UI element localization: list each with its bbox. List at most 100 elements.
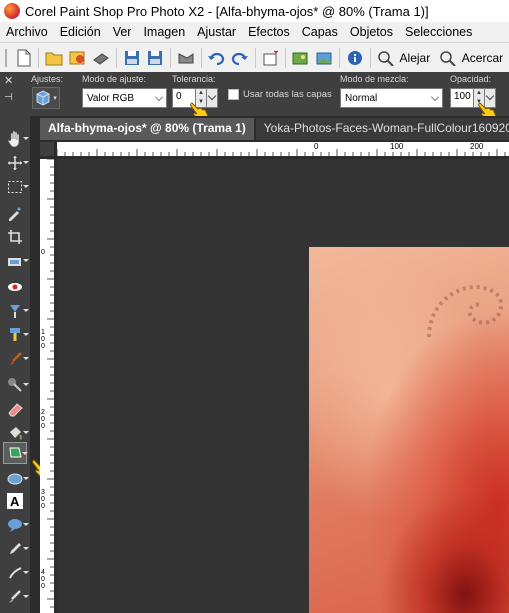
ruler-left-label: 0 [41,336,45,343]
clone-brush-icon [10,328,20,341]
ruler-left-label: 0 [41,423,45,430]
blend-mode-dropdown[interactable]: Normal [340,88,443,108]
pen-tool[interactable] [3,468,29,490]
mode-value: Valor RGB [87,92,135,104]
ruler-top-ticks [57,149,506,156]
pan-tool[interactable] [3,128,29,150]
photo-fix-icon[interactable] [314,47,336,69]
menu-edicion[interactable]: Edición [54,25,107,39]
eraser-icon [8,403,23,417]
canvas-area[interactable] [57,159,509,613]
all-layers-label: Usar todas las capas [243,89,332,100]
straighten-icon [8,258,21,266]
zoom-in-button-label[interactable]: Acercar [462,51,503,65]
ruler-left-label: 0 [41,503,45,510]
standard-toolbar: Alejar Acercar [0,42,509,72]
text-a-icon: A [7,493,23,509]
undo-icon[interactable] [206,47,228,69]
menu-imagen[interactable]: Imagen [137,25,191,39]
opacity-label: Opacidad: [450,74,492,84]
presets-button[interactable]: ▾ [32,87,60,109]
menu-archivo[interactable]: Archivo [0,25,54,39]
new-file-icon[interactable] [13,47,35,69]
fill-tool[interactable] [3,422,29,444]
eraser-tool[interactable] [3,398,27,420]
tab-alfa-bhyma-ojos[interactable]: Alfa-bhyma-ojos* @ 80% (Trama 1) [40,118,254,140]
info-icon[interactable] [344,47,366,69]
decorative-swirl [427,285,504,338]
red-eye-tool[interactable] [3,276,27,298]
toolbar-divider [370,47,371,68]
photo-edit-icon[interactable] [290,47,312,69]
cube-icon [36,90,50,106]
opacity-input[interactable]: 100 [450,88,474,108]
clone-tool[interactable] [3,324,29,346]
text-tool[interactable]: A [3,490,27,512]
ruler-left-label: 2 [41,409,45,416]
toolbar-divider [339,47,341,68]
warp-brush-icon [9,567,22,579]
menu-capas[interactable]: Capas [296,25,344,39]
move-arrows-icon [8,156,22,170]
selection-tool[interactable] [3,176,29,198]
tab-yoka-photos[interactable]: Yoka-Photos-Faces-Woman-FullColour160920 [255,118,509,140]
makeover-tool[interactable] [3,300,29,322]
shape-tool[interactable] [3,442,28,464]
speech-bubble-icon [8,519,22,532]
title-bar: Corel Paint Shop Pro Photo X2 - [Alfa-bh… [0,0,509,22]
preset-shape-icon [9,447,22,458]
document-tabs: Alfa-bhyma-ojos* @ 80% (Trama 1) Yoka-Ph… [30,116,509,140]
crop-tool[interactable] [3,226,27,248]
menu-objetos[interactable]: Objetos [344,25,399,39]
ruler-corner [40,142,54,156]
ruler-top-label-0: 0 [314,142,319,151]
toolbar-grip-icon [1,47,11,69]
lighten-brush-icon [9,590,21,603]
save-icon[interactable] [121,47,143,69]
document-image[interactable] [309,247,509,613]
menu-ajustar[interactable]: Ajustar [191,25,242,39]
tools-palette: A [0,116,30,613]
save-as-icon[interactable] [145,47,167,69]
zoom-in-icon[interactable] [437,47,459,69]
marquee-icon [8,181,22,193]
toolbar-divider [38,47,40,68]
pin-icon[interactable]: ⊣ [4,92,13,103]
dropper-tool[interactable] [3,202,27,224]
menu-ver[interactable]: Ver [107,25,138,39]
paint-brush-tool[interactable] [3,348,29,370]
ellipse-icon [7,473,23,485]
all-layers-checkbox[interactable] [228,89,239,100]
svg-text:A: A [10,494,20,509]
ruler-top-label-200: 200 [470,142,484,151]
scan-icon[interactable] [90,47,112,69]
airbrush-tool[interactable] [3,374,29,396]
chevron-down-icon [431,93,439,101]
menu-efectos[interactable]: Efectos [242,25,296,39]
crop-icon [8,230,22,244]
draw-tool[interactable] [3,538,29,560]
ruler-left-label: 0 [41,416,45,423]
warp-tool[interactable] [3,562,29,584]
zoom-out-icon[interactable] [375,47,397,69]
zoom-out-button-label[interactable]: Alejar [400,51,431,65]
new-layer-icon[interactable] [260,47,282,69]
toolbar-divider [116,47,118,68]
open-folder-icon[interactable] [43,47,65,69]
browse-icon[interactable] [67,47,89,69]
speech-shape-tool[interactable] [3,514,29,536]
mode-dropdown[interactable]: Valor RGB [82,88,167,108]
email-icon[interactable] [175,47,197,69]
hand-icon [7,130,20,148]
close-icon[interactable]: ✕ [4,74,13,87]
move-tool[interactable] [3,152,29,174]
ruler-left-label: 4 [41,569,45,576]
toolbar-divider [170,47,172,68]
ruler-left-label: 3 [41,489,45,496]
redo-icon[interactable] [229,47,251,69]
ruler-top: 0 100 200 [57,142,509,156]
straighten-tool[interactable] [3,250,29,272]
menu-selecciones[interactable]: Selecciones [399,25,478,39]
lighten-tool[interactable] [3,586,29,608]
app-logo-icon [4,3,20,19]
